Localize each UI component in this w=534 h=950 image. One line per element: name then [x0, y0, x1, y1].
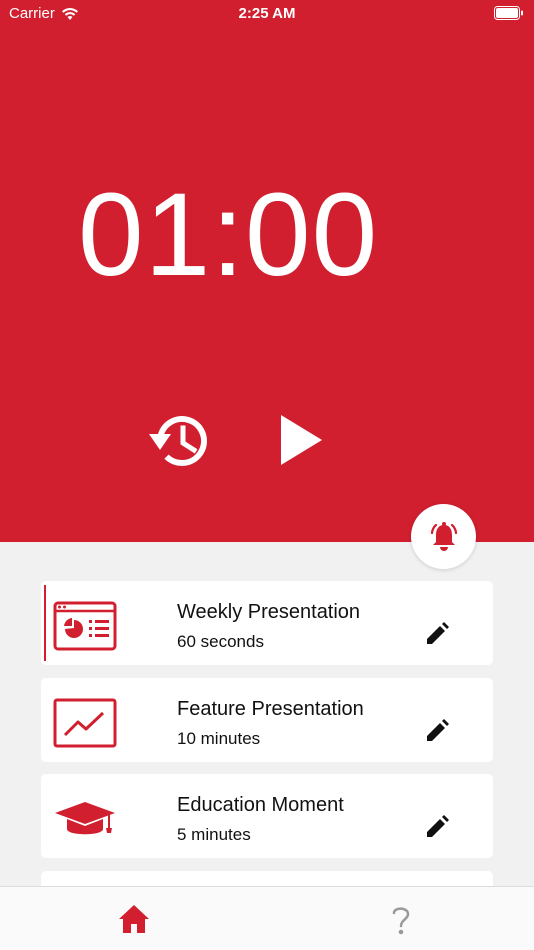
play-button[interactable] [274, 412, 326, 468]
preset-title: Feature Presentation [177, 698, 364, 720]
home-icon [119, 905, 149, 933]
edit-preset-button[interactable] [424, 621, 450, 647]
graduation-cap-icon [55, 802, 115, 835]
preset-title: Education Moment [177, 794, 344, 816]
pencil-icon [427, 719, 449, 741]
history-reset-icon [149, 416, 207, 466]
preset-duration: 60 seconds [177, 632, 264, 651]
preset-duration: 10 minutes [177, 729, 261, 748]
alarm-button[interactable] [411, 504, 476, 569]
tab-help[interactable] [383, 902, 419, 938]
preset-duration: 5 minutes [177, 825, 251, 844]
play-icon [281, 415, 322, 465]
preset-card-education-moment[interactable]: Education Moment 5 minutes [41, 774, 493, 858]
pencil-icon [427, 622, 449, 644]
preset-card-weekly-presentation[interactable]: Weekly Presentation 60 seconds [41, 581, 493, 665]
edit-preset-button[interactable] [424, 814, 450, 840]
alarm-bell-icon [430, 521, 457, 551]
presentation-board-icon [53, 601, 117, 651]
preset-title: Weekly Presentation [177, 601, 361, 623]
timer-display: 01:00 [78, 169, 379, 301]
line-chart-board-icon [53, 698, 117, 748]
tab-home[interactable] [116, 902, 152, 938]
reset-button[interactable] [146, 410, 216, 472]
edit-preset-button[interactable] [424, 718, 450, 744]
status-time: 2:25 AM [238, 5, 296, 22]
battery-icon [494, 6, 523, 20]
tab-bar [0, 886, 534, 950]
pencil-icon [427, 815, 449, 837]
preset-card-feature-presentation[interactable]: Feature Presentation 10 minutes [41, 678, 493, 762]
question-icon [392, 907, 410, 935]
timer-panel: Carrier 2:25 AM 01:00 [0, 0, 534, 542]
status-bar: Carrier 2:25 AM [0, 0, 534, 28]
